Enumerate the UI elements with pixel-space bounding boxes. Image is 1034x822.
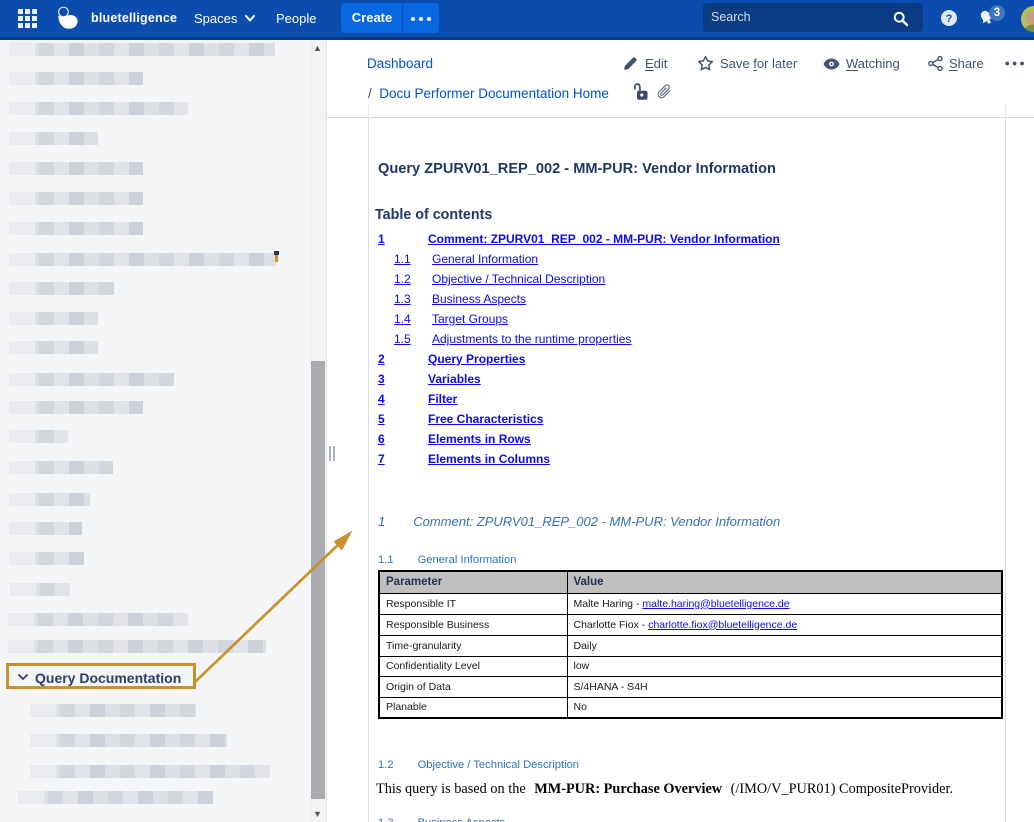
svg-text:?: ? [946, 13, 953, 25]
